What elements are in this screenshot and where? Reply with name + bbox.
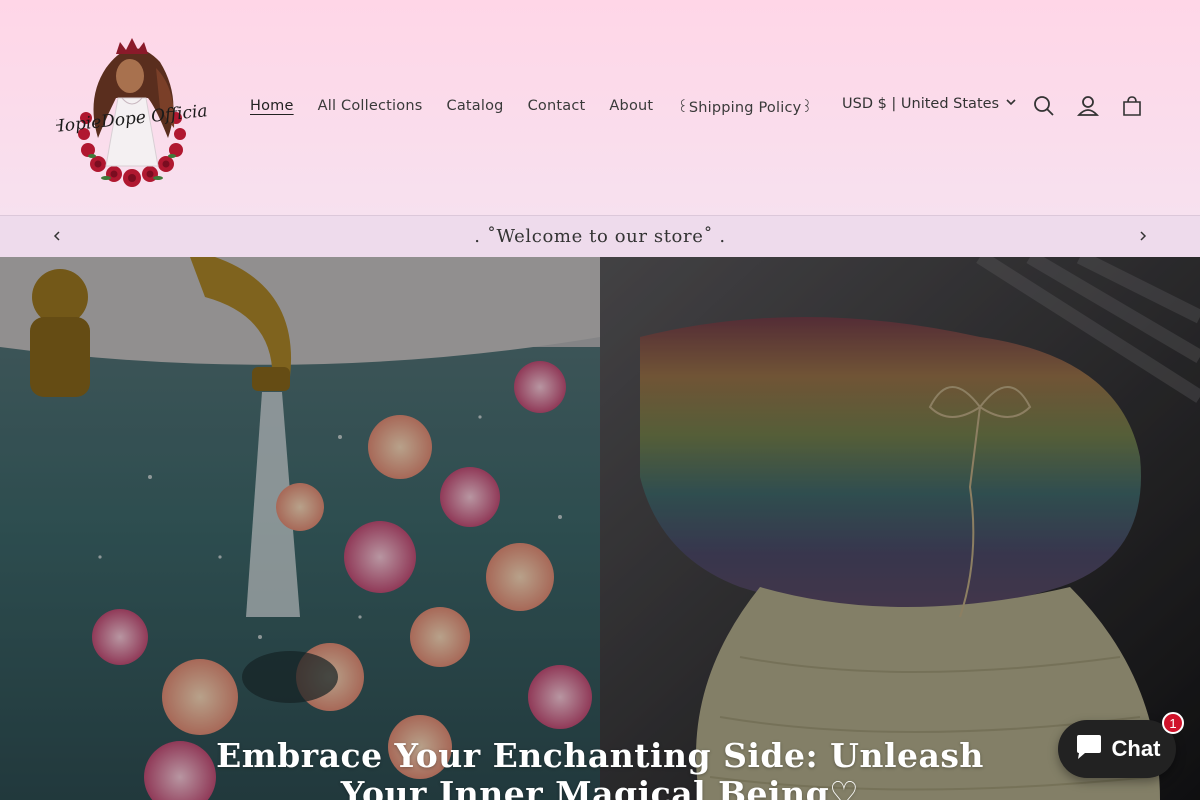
- nav-home[interactable]: Home: [238, 98, 306, 114]
- chat-bubble-icon: [1074, 734, 1104, 765]
- nav-contact[interactable]: Contact: [516, 98, 598, 114]
- currency-label: USD $ | United States: [842, 96, 1000, 112]
- store-logo[interactable]: HopieDope Official: [48, 28, 214, 188]
- cart-button[interactable]: [1112, 88, 1152, 128]
- chat-notification-badge: 1: [1162, 712, 1184, 734]
- search-icon: [1033, 95, 1055, 122]
- site-header: HopieDope Official Home All Collections …: [0, 0, 1200, 215]
- main-nav: Home All Collections Catalog Contact Abo…: [238, 96, 825, 116]
- nav-about[interactable]: About: [597, 98, 665, 114]
- chevron-left-icon: [52, 228, 62, 246]
- hero-overlay: [0, 257, 1200, 800]
- hero-banner: Embrace Your Enchanting Side: Unleash Yo…: [0, 257, 1200, 800]
- announcement-prev-button[interactable]: [44, 224, 70, 250]
- account-button[interactable]: [1068, 88, 1108, 128]
- cart-icon: [1121, 95, 1143, 122]
- search-button[interactable]: [1024, 88, 1064, 128]
- nav-all-collections[interactable]: All Collections: [306, 98, 435, 114]
- hero-heading: Embrace Your Enchanting Side: Unleash Yo…: [216, 736, 984, 800]
- chevron-right-icon: [1138, 228, 1148, 246]
- announcement-bar: . ˚Welcome to our store˚ .: [0, 215, 1200, 257]
- announcement-next-button[interactable]: [1130, 224, 1156, 250]
- nav-shipping-policy[interactable]: ꒰Shipping Policy꒱: [665, 96, 825, 116]
- nav-catalog[interactable]: Catalog: [435, 98, 516, 114]
- announcement-text: . ˚Welcome to our store˚ .: [474, 226, 726, 247]
- account-icon: [1076, 95, 1100, 122]
- chat-button[interactable]: Chat: [1058, 720, 1176, 778]
- currency-selector[interactable]: USD $ | United States: [832, 96, 1027, 112]
- chat-label: Chat: [1111, 736, 1161, 761]
- chevron-down-icon: [1005, 96, 1017, 112]
